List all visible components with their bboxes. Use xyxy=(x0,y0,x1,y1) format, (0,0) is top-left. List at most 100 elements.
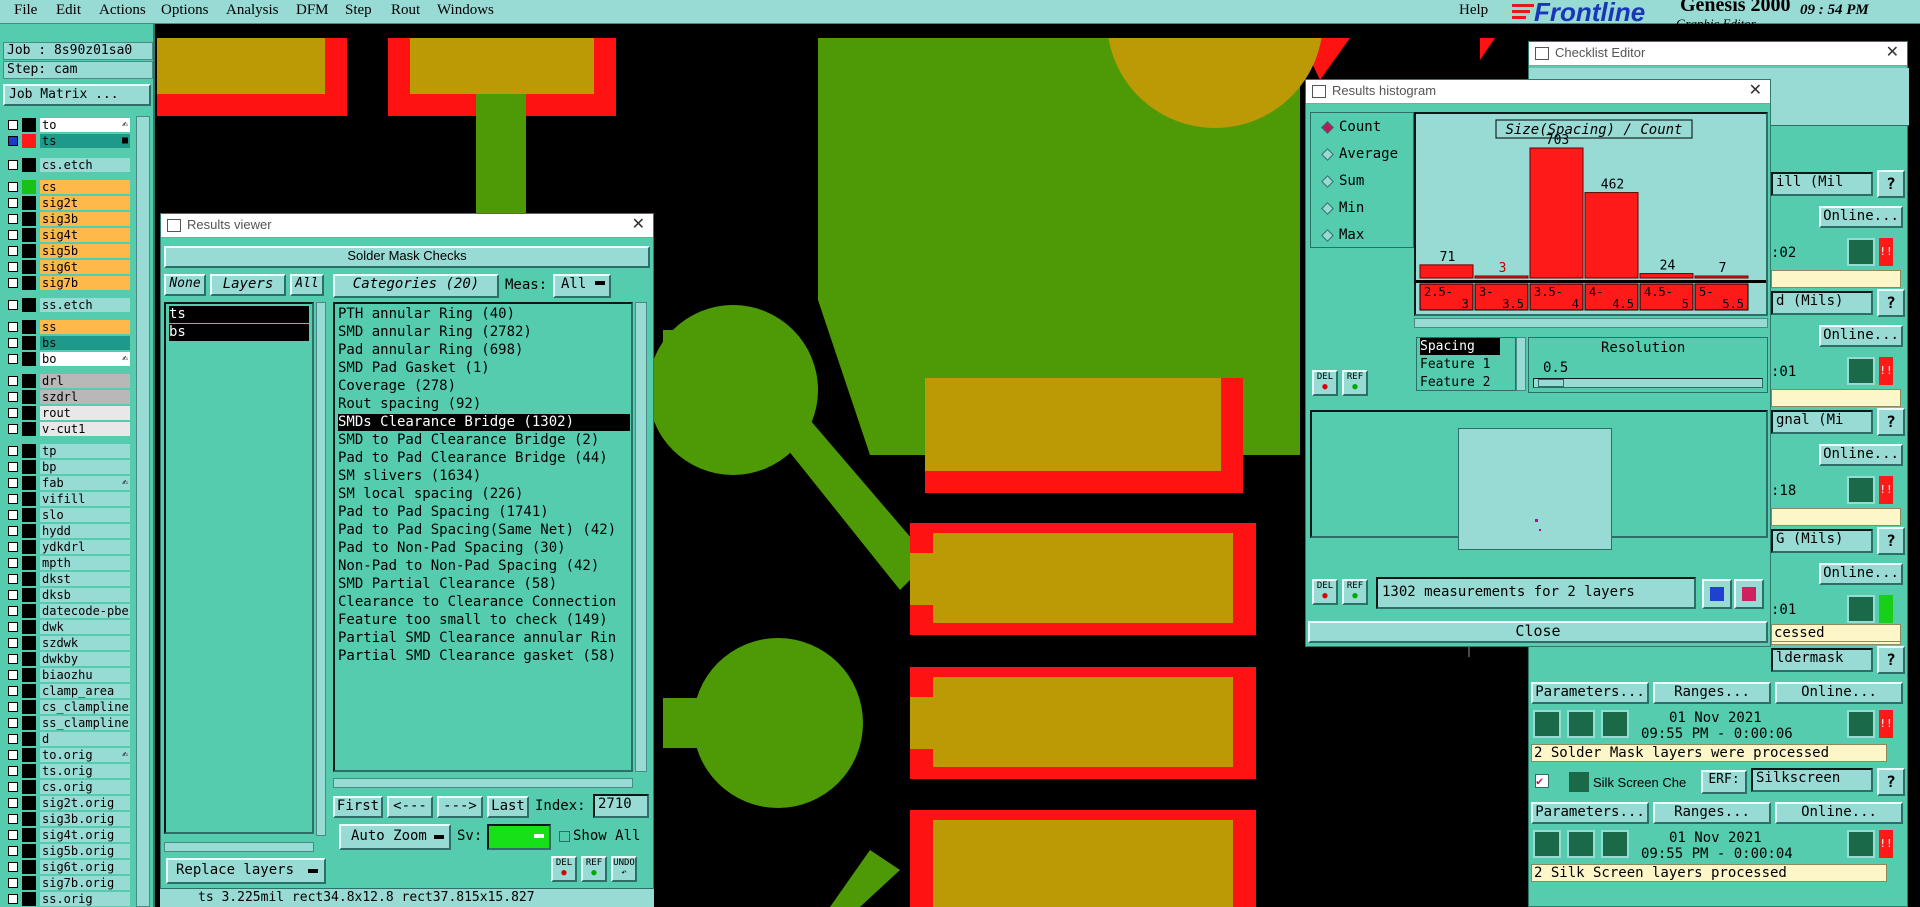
auto-zoom-dropdown[interactable]: Auto Zoom xyxy=(339,824,451,850)
layer-checkbox[interactable] xyxy=(8,766,18,776)
hist-del-button[interactable]: DEL ● xyxy=(1312,370,1338,396)
next-button[interactable]: ---> xyxy=(437,796,483,818)
layer-checkbox[interactable] xyxy=(8,686,18,696)
category-item[interactable]: Pad to Non-Pad Spacing (30) xyxy=(338,540,630,557)
menu-analysis[interactable]: Analysis xyxy=(226,2,279,19)
magnifier-icon[interactable] xyxy=(1847,710,1875,738)
radio-sum[interactable]: Sum xyxy=(1321,171,1364,191)
hist-ref-button[interactable]: REF ● xyxy=(1342,370,1368,396)
layer-checkbox[interactable] xyxy=(8,702,18,712)
layer-row-ts.orig[interactable]: ts.orig xyxy=(8,764,130,779)
solder-mask-checks-header[interactable]: Solder Mask Checks xyxy=(164,246,650,268)
layer-row-dwk[interactable]: dwk xyxy=(8,620,130,635)
layer-row-sig3b.orig[interactable]: sig3b.orig xyxy=(8,812,130,827)
layer-row-to[interactable]: to ✍ xyxy=(8,118,130,133)
layer-row-hydd[interactable]: hydd xyxy=(8,524,130,539)
layer-checkbox[interactable] xyxy=(8,136,18,146)
prev-button[interactable]: <--- xyxy=(387,796,433,818)
layer-checkbox[interactable] xyxy=(8,246,18,256)
layer-row-sig3b[interactable]: sig3b xyxy=(8,212,130,227)
layer-row-sig7b.orig[interactable]: sig7b.orig xyxy=(8,876,130,891)
results-histogram-titlebar[interactable]: Results histogram ✕ xyxy=(1306,80,1770,104)
run-check-icon[interactable] xyxy=(1567,710,1595,738)
layer-row-szdrl[interactable]: szdrl xyxy=(8,390,130,405)
help-button[interactable]: ? xyxy=(1877,289,1905,317)
show-all-checkbox[interactable] xyxy=(559,831,570,842)
list-item[interactable]: bs xyxy=(169,324,309,341)
category-item[interactable]: Non-Pad to Non-Pad Spacing (42) xyxy=(338,558,630,575)
layer-row-cs.orig[interactable]: cs.orig xyxy=(8,780,130,795)
first-button[interactable]: First xyxy=(333,796,383,818)
layer-row-sig4t[interactable]: sig4t xyxy=(8,228,130,243)
layer-checkbox[interactable] xyxy=(8,478,18,488)
run-check-icon[interactable] xyxy=(1567,830,1595,858)
menu-options[interactable]: Options xyxy=(161,2,209,19)
layer-checkbox[interactable] xyxy=(8,160,18,170)
silk-check-checkbox[interactable]: ✔ xyxy=(1535,774,1549,788)
radio-min[interactable]: Min xyxy=(1321,198,1364,218)
index-input[interactable]: 2710 xyxy=(593,794,649,818)
histogram-bar[interactable] xyxy=(1584,192,1639,279)
category-item[interactable]: SMD Pad Gasket (1) xyxy=(338,360,630,377)
layer-checkbox[interactable] xyxy=(8,622,18,632)
layer-results-list[interactable]: ts bs xyxy=(164,302,314,834)
preview-map[interactable] xyxy=(1458,428,1612,550)
layer-checkbox[interactable] xyxy=(8,846,18,856)
categories-button[interactable]: Categories (20) xyxy=(333,274,499,298)
parameters-button[interactable]: Parameters... xyxy=(1531,682,1649,704)
online-button[interactable]: Online... xyxy=(1819,206,1903,228)
category-item[interactable]: Pad to Pad Spacing (1741) xyxy=(338,504,630,521)
help-button[interactable]: ? xyxy=(1877,170,1905,198)
layer-checkbox[interactable] xyxy=(8,182,18,192)
run-check-icon[interactable] xyxy=(1533,830,1561,858)
layer-row-ydkdrl[interactable]: ydkdrl xyxy=(8,540,130,555)
histogram-bar[interactable] xyxy=(1474,275,1529,279)
categories-vscrollbar[interactable] xyxy=(635,302,647,772)
radio-average[interactable]: Average xyxy=(1321,144,1398,164)
layer-row-dkst[interactable]: dkst xyxy=(8,572,130,587)
layer-checkbox[interactable] xyxy=(8,718,18,728)
run-check-icon[interactable] xyxy=(1601,710,1629,738)
layer-checkbox[interactable] xyxy=(8,354,18,364)
layer-row-sig5b[interactable]: sig5b xyxy=(8,244,130,259)
all-button[interactable]: All xyxy=(290,274,324,296)
layer-row-to.orig[interactable]: to.orig ✍ xyxy=(8,748,130,763)
list-item[interactable]: Feature 2 xyxy=(1420,374,1490,390)
layer-row-bs[interactable]: bs xyxy=(8,336,130,351)
zoom-out-icon[interactable] xyxy=(1734,579,1764,609)
layer-checkbox[interactable] xyxy=(8,654,18,664)
layer-row-clamp_area[interactable]: clamp_area xyxy=(8,684,130,699)
layer-checkbox[interactable] xyxy=(8,408,18,418)
close-icon[interactable]: ✕ xyxy=(632,214,645,236)
layer-row-vifill[interactable]: vifill xyxy=(8,492,130,507)
ranges-button[interactable]: Ranges... xyxy=(1653,802,1771,824)
menu-help[interactable]: Help xyxy=(1459,2,1488,19)
layer-row-cs_clampline[interactable]: cs_clampline xyxy=(8,700,130,715)
menu-dfm[interactable]: DFM xyxy=(296,2,329,19)
layer-list-vscrollbar[interactable] xyxy=(316,302,326,836)
layer-checkbox[interactable] xyxy=(8,526,18,536)
ref-button[interactable]: REF ● xyxy=(581,856,607,882)
hist-ref-button-2[interactable]: REF ● xyxy=(1342,579,1368,605)
help-button[interactable]: ? xyxy=(1877,527,1905,555)
categories-list[interactable]: PTH annular Ring (40) SMD annular Ring (2… xyxy=(333,302,633,772)
magnifier-icon[interactable] xyxy=(1847,595,1875,623)
category-item[interactable]: Coverage (278) xyxy=(338,378,630,395)
layer-row-ss.orig[interactable]: ss.orig xyxy=(8,892,130,907)
category-item[interactable]: Pad annular Ring (698) xyxy=(338,342,630,359)
layer-row-bp[interactable]: bp xyxy=(8,460,130,475)
help-button[interactable]: ? xyxy=(1877,768,1905,796)
layer-list-scrollbar[interactable] xyxy=(136,116,150,907)
magnifier-icon[interactable] xyxy=(1847,357,1875,385)
category-item[interactable]: SMD annular Ring (2782) xyxy=(338,324,630,341)
category-item[interactable]: SMDs Clearance Bridge (1302) xyxy=(338,414,630,431)
list-item[interactable]: Feature 1 xyxy=(1420,356,1490,373)
layer-checkbox[interactable] xyxy=(8,424,18,434)
list-item[interactable]: Spacing xyxy=(1420,338,1500,355)
radio-count[interactable]: Count xyxy=(1321,117,1381,137)
category-item[interactable]: Pad to Pad Spacing(Same Net) (42) xyxy=(338,522,630,539)
layer-row-sig6t[interactable]: sig6t xyxy=(8,260,130,275)
online-button[interactable]: Online... xyxy=(1775,682,1903,704)
layer-row-ss_clampline[interactable]: ss_clampline xyxy=(8,716,130,731)
layer-checkbox[interactable] xyxy=(8,574,18,584)
